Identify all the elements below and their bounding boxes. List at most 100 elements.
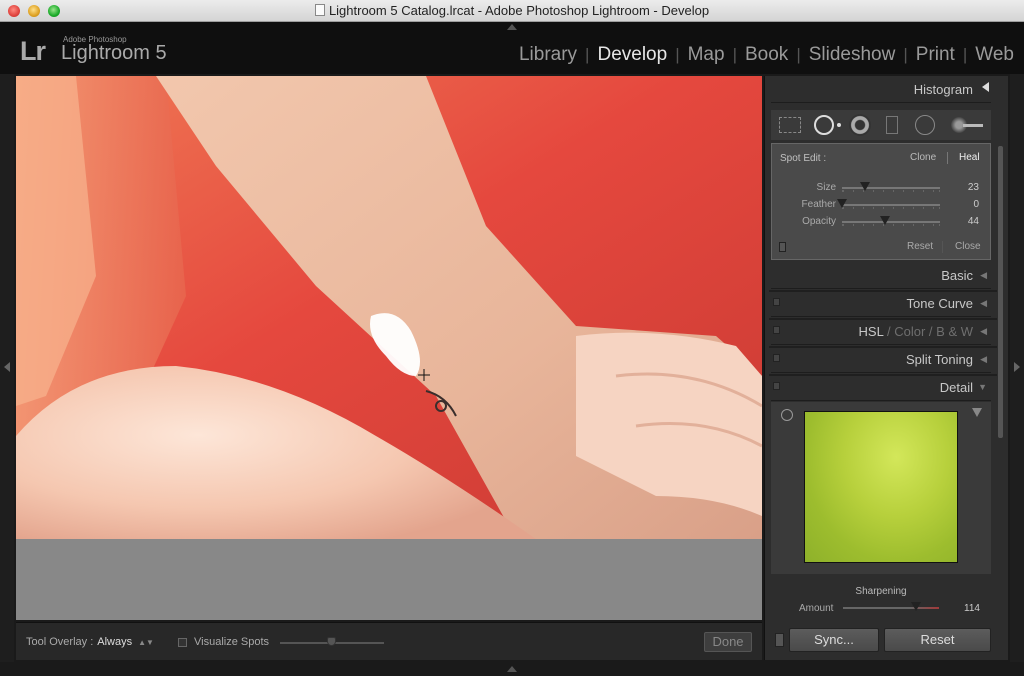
expand-triangle-icon[interactable]: ◀: [980, 298, 987, 309]
panel-switch-icon[interactable]: [773, 326, 780, 334]
canvas-background: [16, 539, 762, 620]
module-map[interactable]: Map: [688, 44, 725, 66]
color-tab[interactable]: Color: [894, 324, 925, 339]
right-panel-strip[interactable]: [1010, 74, 1024, 662]
photo-canvas[interactable]: [16, 76, 762, 539]
top-panel-toggle-icon[interactable]: [507, 24, 517, 30]
hsl-header[interactable]: HSL / Color / B & W ◀: [769, 318, 997, 348]
tone-curve-header[interactable]: Tone Curve ◀: [769, 290, 997, 320]
module-separator: |: [962, 45, 968, 64]
expand-triangle-icon[interactable]: ◀: [980, 354, 987, 365]
right-panel-toggle-icon[interactable]: [1014, 362, 1020, 372]
size-slider-row: Size 23: [772, 180, 990, 196]
size-value[interactable]: 23: [968, 182, 979, 193]
spot-reset-button[interactable]: Reset: [907, 241, 933, 252]
module-book[interactable]: Book: [745, 44, 788, 66]
mode-divider: [947, 152, 948, 164]
size-label: Size: [816, 182, 836, 193]
spot-removal-icon[interactable]: [814, 115, 834, 135]
collapse-triangle-icon[interactable]: [982, 82, 989, 92]
target-icon[interactable]: [781, 409, 793, 421]
heal-mode-button[interactable]: Heal: [959, 152, 980, 163]
done-button[interactable]: Done: [704, 632, 752, 652]
amount-slider[interactable]: [843, 607, 939, 609]
feather-slider[interactable]: [842, 204, 940, 206]
feather-label: Feather: [801, 199, 836, 210]
panel-bottom-buttons: Sync... Reset: [771, 628, 991, 654]
detail-title: Detail: [939, 380, 973, 395]
radial-filter-icon[interactable]: [915, 115, 935, 135]
right-panel: Histogram Spot Edit : Clone Heal Size 23…: [764, 76, 1008, 660]
visualize-spots-checkbox[interactable]: [178, 638, 187, 647]
bw-tab[interactable]: B & W: [936, 324, 973, 339]
histogram-title: Histogram: [913, 82, 973, 97]
panel-switch-icon[interactable]: [779, 242, 786, 252]
tool-overlay-label: Tool Overlay :: [26, 636, 94, 648]
tool-overlay-value[interactable]: Always: [97, 636, 132, 648]
document-icon: [314, 4, 325, 16]
opacity-label: Opacity: [802, 216, 836, 227]
preview-toggle-icon[interactable]: [972, 408, 982, 417]
graduated-filter-icon[interactable]: [886, 116, 898, 134]
basic-title: Basic: [941, 268, 973, 283]
module-print[interactable]: Print: [916, 44, 955, 66]
sharpening-title: Sharpening: [855, 586, 907, 597]
opacity-slider-thumb[interactable]: [880, 216, 891, 225]
amount-slider-thumb[interactable]: [910, 602, 921, 611]
panel-switch-icon[interactable]: [773, 354, 780, 362]
module-library[interactable]: Library: [519, 44, 577, 66]
slider-ticks: [842, 190, 940, 192]
window-titlebar: Lightroom 5 Catalog.lrcat - Adobe Photos…: [0, 0, 1024, 22]
auto-sync-switch-icon[interactable]: [775, 633, 784, 647]
expand-triangle-icon[interactable]: ◀: [980, 326, 987, 337]
panel-switch-icon[interactable]: [773, 298, 780, 306]
module-slideshow[interactable]: Slideshow: [809, 44, 896, 66]
panel-scrollbar[interactable]: [998, 146, 1003, 438]
module-web[interactable]: Web: [975, 44, 1014, 66]
amount-value[interactable]: 114: [964, 603, 980, 614]
module-develop[interactable]: Develop: [597, 44, 667, 66]
clone-mode-button[interactable]: Clone: [910, 152, 936, 163]
panel-switch-icon[interactable]: [773, 382, 780, 390]
split-toning-title: Split Toning: [906, 352, 973, 367]
histogram-header[interactable]: Histogram: [771, 76, 991, 103]
module-separator: |: [585, 45, 590, 64]
feather-slider-thumb[interactable]: [837, 199, 847, 208]
hsl-tab[interactable]: HSL: [859, 324, 884, 339]
size-slider-thumb[interactable]: [859, 182, 870, 191]
crop-overlay-icon[interactable]: [779, 117, 801, 133]
size-slider[interactable]: [842, 187, 940, 189]
opacity-slider[interactable]: [842, 221, 940, 223]
reset-button[interactable]: Reset: [884, 628, 991, 652]
left-panel-toggle-icon[interactable]: [4, 362, 10, 372]
visualize-spots-label: Visualize Spots: [194, 636, 270, 648]
feather-value[interactable]: 0: [973, 199, 979, 210]
visualize-slider-thumb[interactable]: [327, 637, 336, 646]
left-panel-strip[interactable]: [0, 74, 14, 662]
spot-edit-actions: Reset Close: [771, 236, 991, 260]
red-eye-icon[interactable]: [849, 114, 871, 136]
tab-separator: /: [928, 324, 933, 339]
detail-preview[interactable]: [804, 411, 958, 563]
spot-close-button[interactable]: Close: [955, 241, 981, 252]
filmstrip-toggle-icon[interactable]: [507, 666, 517, 672]
lightroom-logo: Lr: [20, 36, 46, 66]
adjustment-brush-handle-icon: [963, 124, 983, 127]
module-header: Lr Adobe Photoshop Lightroom 5 Library | D…: [0, 22, 1024, 74]
collapse-triangle-icon[interactable]: ▼: [978, 382, 987, 392]
basic-header[interactable]: Basic ◀: [769, 262, 997, 292]
detail-header[interactable]: Detail ▼: [771, 374, 991, 401]
module-separator: |: [732, 45, 737, 64]
split-toning-header[interactable]: Split Toning ◀: [769, 346, 997, 376]
window-title: Lightroom 5 Catalog.lrcat - Adobe Photos…: [328, 3, 710, 18]
spot-edit-title: Spot Edit :: [780, 153, 827, 164]
detail-panel: [771, 402, 991, 574]
tool-overlay-select[interactable]: Tool Overlay : Always ▲▼: [26, 636, 154, 648]
expand-triangle-icon[interactable]: ◀: [980, 270, 987, 281]
opacity-slider-row: Opacity 44: [772, 214, 990, 230]
sync-button[interactable]: Sync...: [789, 628, 879, 652]
tool-strip: [771, 110, 991, 140]
opacity-value[interactable]: 44: [968, 216, 979, 227]
amount-label: Amount: [799, 603, 834, 614]
bottom-toolbar: Tool Overlay : Always ▲▼ Visualize Spots D…: [16, 622, 762, 660]
